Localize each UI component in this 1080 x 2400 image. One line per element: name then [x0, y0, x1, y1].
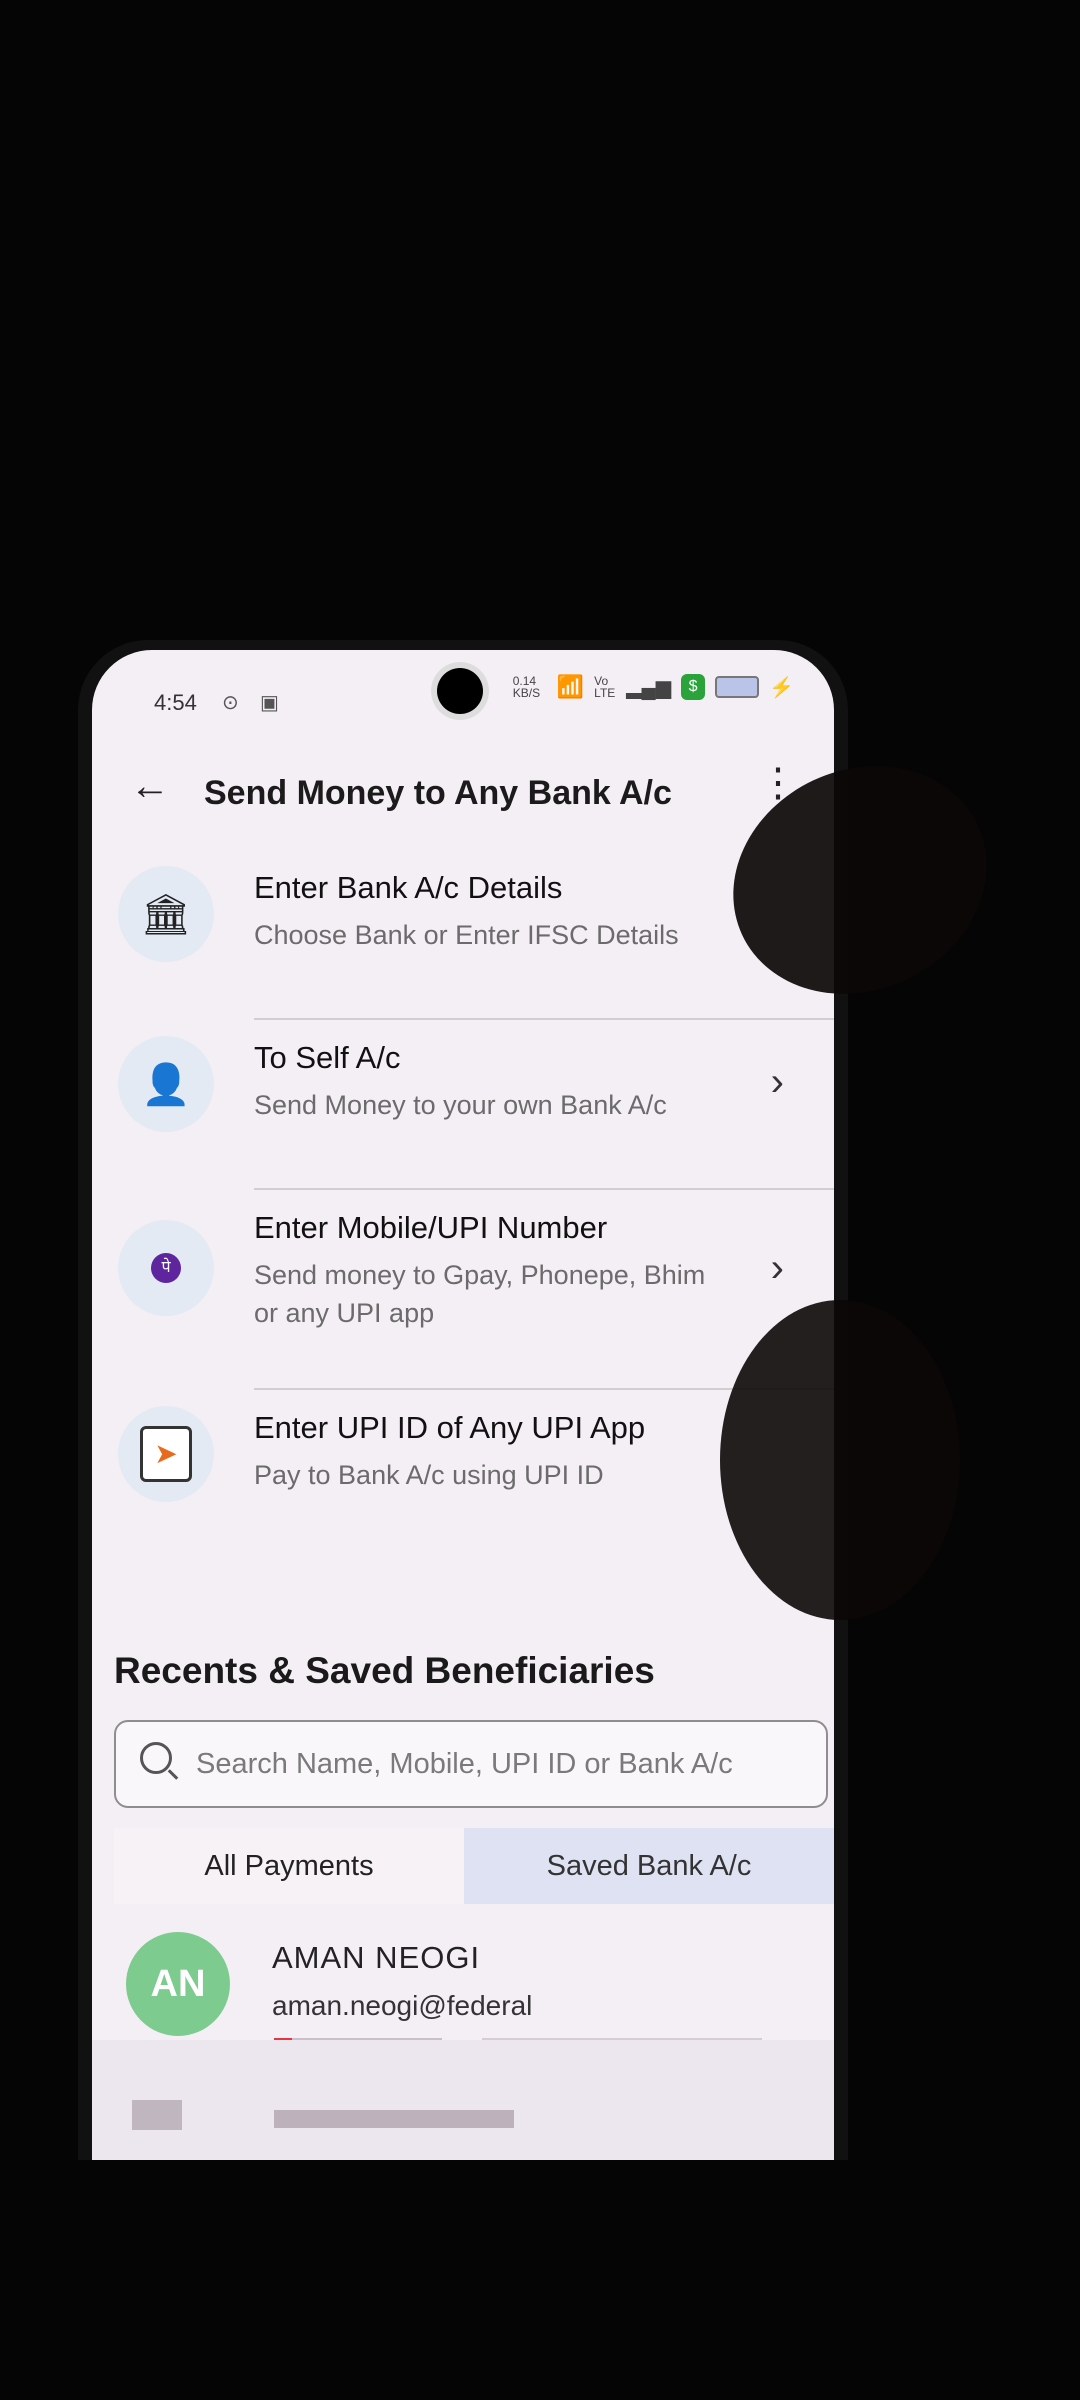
- app-screen: 4:54 ⊙ ▣ 0.14 KB/S 📶 Vo LTE ▂▄▆ $ ⚡ ← Se…: [92, 650, 834, 2160]
- recents-heading: Recents & Saved Beneficiaries: [114, 1650, 655, 1691]
- charging-icon: ⚡: [769, 676, 794, 699]
- option-subtitle: Send Money to your own Bank A/c: [254, 1090, 667, 1120]
- shield-icon: $: [681, 674, 706, 700]
- self-transfer-icon: 👤: [118, 1036, 214, 1132]
- beneficiary-name: AMAN NEOGI: [272, 1940, 481, 1975]
- battery-icon: [715, 676, 760, 698]
- app-header: ← Send Money to Any Bank A/c ⋮: [92, 740, 834, 840]
- chevron-right-icon: ›: [770, 1246, 784, 1290]
- net-speed: 0.14 KB/S: [512, 674, 541, 700]
- beneficiary-row[interactable]: AN AMAN NEOGI aman.neogi@federal: [92, 1920, 834, 2060]
- page-title: Send Money to Any Bank A/c: [204, 774, 672, 812]
- option-title: Enter Bank A/c Details: [254, 870, 563, 905]
- search-input[interactable]: [194, 1738, 798, 1790]
- bank-icon: 🏛: [118, 866, 214, 962]
- option-title: Enter Mobile/UPI Number: [254, 1210, 608, 1245]
- option-mobile-upi[interactable]: पे Enter Mobile/UPI Number Send money to…: [92, 1190, 834, 1390]
- option-bank-details[interactable]: 🏛 Enter Bank A/c Details Choose Bank or …: [92, 850, 834, 1020]
- redacted-block: [132, 2100, 182, 2130]
- wifi-icon: 📶: [556, 674, 585, 699]
- front-camera: [437, 668, 483, 714]
- arrow-left-icon[interactable]: ←: [130, 764, 170, 809]
- volte-label: Vo LTE: [594, 674, 616, 700]
- redacted-block: [274, 2110, 514, 2128]
- signal-icon: ▂▄▆: [626, 676, 672, 699]
- redacted-area: [92, 2040, 834, 2160]
- option-subtitle: Send money to Gpay, Phonepe, Bhim or any…: [254, 1260, 706, 1328]
- search-icon: [140, 1742, 172, 1774]
- chevron-right-icon: ›: [770, 1060, 784, 1104]
- option-subtitle: Choose Bank or Enter IFSC Details: [254, 920, 679, 950]
- tab-all-payments[interactable]: All Payments: [114, 1828, 464, 1904]
- option-title: To Self A/c: [254, 1040, 401, 1075]
- status-bar: 4:54 ⊙ ▣ 0.14 KB/S 📶 Vo LTE ▂▄▆ $ ⚡: [92, 650, 834, 740]
- upi-apps-icon: पे: [118, 1220, 214, 1316]
- status-icons: 0.14 KB/S 📶 Vo LTE ▂▄▆ $ ⚡: [513, 674, 794, 700]
- option-subtitle: Pay to Bank A/c using UPI ID: [254, 1460, 604, 1490]
- location-icon: ⊙: [222, 692, 239, 714]
- beneficiary-tabs: All Payments Saved Bank A/c: [114, 1828, 834, 1904]
- option-self-account[interactable]: 👤 To Self A/c Send Money to your own Ban…: [92, 1020, 834, 1190]
- finger-shadow: [720, 1300, 960, 1620]
- beneficiary-upi: aman.neogi@federal: [272, 1990, 533, 2021]
- avatar: AN: [126, 1932, 230, 2036]
- status-time: 4:54: [154, 690, 197, 715]
- upi-icon: ➤: [118, 1406, 214, 1502]
- beneficiary-search[interactable]: [114, 1720, 828, 1808]
- tab-saved-bank[interactable]: Saved Bank A/c: [464, 1828, 834, 1904]
- notification-icon: ▣: [260, 692, 279, 714]
- option-title: Enter UPI ID of Any UPI App: [254, 1410, 646, 1445]
